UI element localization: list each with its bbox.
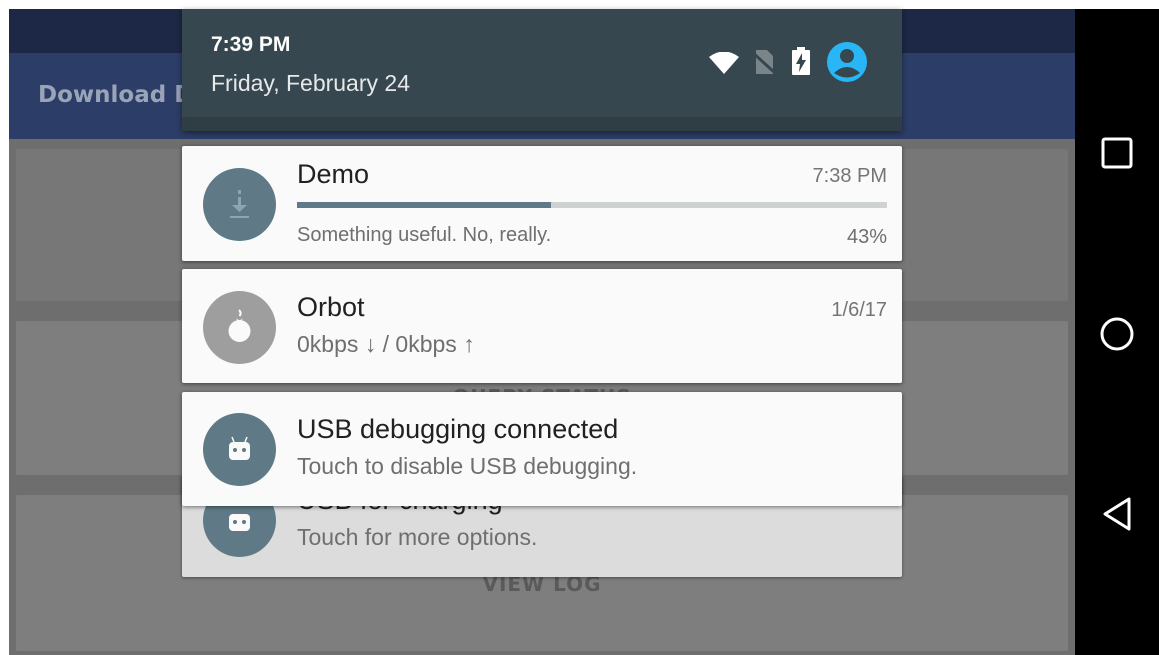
home-button[interactable] bbox=[1097, 314, 1137, 354]
notification-text: Touch for more options. bbox=[297, 524, 538, 550]
notification-orbot[interactable]: Orbot 1/6/17 0kbps ↓ / 0kbps ↑ bbox=[182, 269, 902, 383]
notification-time: 1/6/17 bbox=[831, 299, 887, 321]
notification-demo[interactable]: Demo 7:38 PM Something useful. No, reall… bbox=[182, 146, 902, 261]
android-icon bbox=[203, 413, 276, 486]
notification-title: USB debugging connected bbox=[297, 414, 619, 444]
notification-title: Demo bbox=[297, 159, 370, 189]
circle-icon bbox=[1100, 317, 1134, 351]
notification-text: Touch to disable USB debugging. bbox=[297, 453, 638, 479]
square-icon bbox=[1101, 137, 1133, 169]
onion-icon bbox=[203, 291, 276, 364]
progress-percent: 43% bbox=[846, 226, 887, 248]
account-icon[interactable] bbox=[827, 42, 867, 86]
wifi-icon bbox=[709, 51, 739, 78]
progress-fill bbox=[297, 202, 551, 208]
download-icon bbox=[203, 168, 276, 241]
notification-text: Something useful. No, really. bbox=[297, 224, 552, 246]
recents-button[interactable] bbox=[1097, 133, 1137, 173]
notification-text: 0kbps ↓ / 0kbps ↑ bbox=[297, 331, 475, 357]
download-progress-bar bbox=[297, 202, 887, 208]
navigation-bar bbox=[1075, 9, 1159, 655]
notification-time: 7:38 PM bbox=[812, 165, 887, 187]
no-sim-icon bbox=[750, 50, 776, 78]
notification-title: Orbot bbox=[297, 292, 365, 322]
back-button[interactable] bbox=[1097, 494, 1137, 534]
shade-clock: 7:39 PM bbox=[211, 33, 291, 56]
notification-usb-debugging[interactable]: USB debugging connected Touch to disable… bbox=[182, 392, 902, 506]
back-triangle-icon bbox=[1103, 497, 1131, 531]
battery-charging-icon bbox=[791, 47, 811, 79]
notification-shade-header[interactable]: 7:39 PM Friday, February 24 bbox=[182, 9, 902, 131]
shade-date[interactable]: Friday, February 24 bbox=[211, 70, 410, 97]
